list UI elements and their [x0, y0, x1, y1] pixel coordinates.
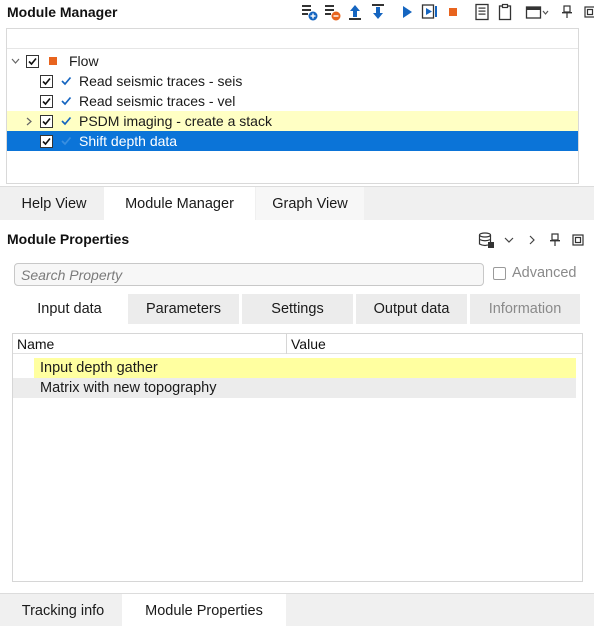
tree-item-label: Shift depth data [79, 133, 178, 149]
checkbox-module[interactable] [40, 114, 53, 128]
advanced-checkbox[interactable] [493, 266, 506, 280]
module-tree[interactable]: Flow Read seismic traces - seis Read sei… [6, 28, 579, 184]
module-properties-title: Module Properties [7, 231, 130, 247]
clipboard-icon[interactable] [495, 2, 515, 22]
tab-information[interactable]: Information [470, 294, 580, 324]
tab-output-data[interactable]: Output data [356, 294, 467, 324]
column-header-name[interactable]: Name [13, 334, 285, 354]
app-window: Module Manager Flow Read seismic traces … [0, 0, 594, 626]
float-icon[interactable] [568, 230, 588, 250]
tab-tracking-info[interactable]: Tracking info [6, 594, 120, 626]
tab-module-manager[interactable]: Module Manager [104, 187, 255, 220]
checkbox-module[interactable] [40, 94, 53, 108]
chevron-right-icon[interactable] [24, 116, 34, 126]
status-check-icon [60, 95, 72, 107]
module-manager-title: Module Manager [7, 4, 118, 20]
tree-row-module[interactable]: Read seismic traces - seis [7, 71, 578, 91]
module-properties-header: Module Properties [0, 227, 594, 253]
move-down-icon[interactable] [368, 2, 388, 22]
flow-icon [49, 57, 57, 65]
tab-module-properties[interactable]: Module Properties [122, 594, 286, 626]
grid-cell-name: Input depth gather [40, 360, 158, 376]
checkbox-module[interactable] [40, 74, 53, 88]
checkbox-flow[interactable] [26, 54, 39, 68]
run-step-icon[interactable] [420, 2, 440, 22]
properties-grid: Name Value Input depth gather Matrix wit… [12, 333, 583, 582]
module-properties-toolbar [476, 230, 591, 250]
search-property-field[interactable] [14, 263, 484, 286]
tree-header-strip [7, 29, 578, 49]
database-icon[interactable] [476, 230, 496, 250]
bottom-panel-tabbar: Tracking info Module Properties [0, 593, 594, 626]
chevron-right-icon[interactable] [522, 230, 542, 250]
grid-cell-name: Matrix with new topography [40, 380, 217, 396]
float-icon[interactable] [580, 2, 594, 22]
advanced-label: Advanced [512, 265, 577, 281]
advanced-toggle[interactable]: Advanced [493, 265, 577, 281]
column-header-value[interactable]: Value [287, 334, 577, 354]
status-check-icon [60, 115, 72, 127]
run-icon[interactable] [397, 2, 417, 22]
tree-item-label: Read seismic traces - vel [79, 93, 236, 109]
pin-icon[interactable] [557, 2, 577, 22]
grid-row-matrix-new-topography[interactable]: Matrix with new topography [13, 378, 576, 398]
search-input[interactable] [15, 264, 483, 285]
stop-icon[interactable] [443, 2, 463, 22]
properties-tabbar: Input data Parameters Settings Output da… [12, 294, 580, 324]
move-up-icon[interactable] [345, 2, 365, 22]
add-module-icon[interactable] [299, 2, 319, 22]
notes-icon[interactable] [472, 2, 492, 22]
status-check-icon [60, 75, 72, 87]
pin-icon[interactable] [545, 230, 565, 250]
module-manager-toolbar [299, 2, 594, 22]
top-panel-tabbar: Help View Module Manager Graph View [0, 186, 594, 220]
tree-item-label: Read seismic traces - seis [79, 73, 243, 89]
status-check-icon [60, 135, 72, 147]
tab-graph-view[interactable]: Graph View [256, 187, 364, 220]
tree-row-module[interactable]: PSDM imaging - create a stack [7, 111, 578, 131]
grid-row-input-depth-gather[interactable]: Input depth gather [34, 358, 576, 378]
chevron-down-icon[interactable] [10, 56, 20, 66]
tree-item-label: Flow [69, 53, 99, 69]
tab-settings[interactable]: Settings [242, 294, 353, 324]
module-manager-header: Module Manager [0, 0, 594, 26]
tree-row-module[interactable]: Read seismic traces - vel [7, 91, 578, 111]
tree-row-module-selected[interactable]: Shift depth data [7, 131, 578, 151]
tree-item-label: PSDM imaging - create a stack [79, 113, 272, 129]
tree-row-flow[interactable]: Flow [7, 51, 578, 71]
tab-parameters[interactable]: Parameters [128, 294, 239, 324]
grid-header: Name Value [13, 334, 582, 354]
checkbox-module[interactable] [40, 134, 53, 148]
remove-module-icon[interactable] [322, 2, 342, 22]
tab-input-data[interactable]: Input data [12, 294, 127, 324]
tab-help-view[interactable]: Help View [6, 187, 102, 220]
chevron-down-icon[interactable] [499, 230, 519, 250]
layout-icon[interactable] [524, 2, 550, 22]
